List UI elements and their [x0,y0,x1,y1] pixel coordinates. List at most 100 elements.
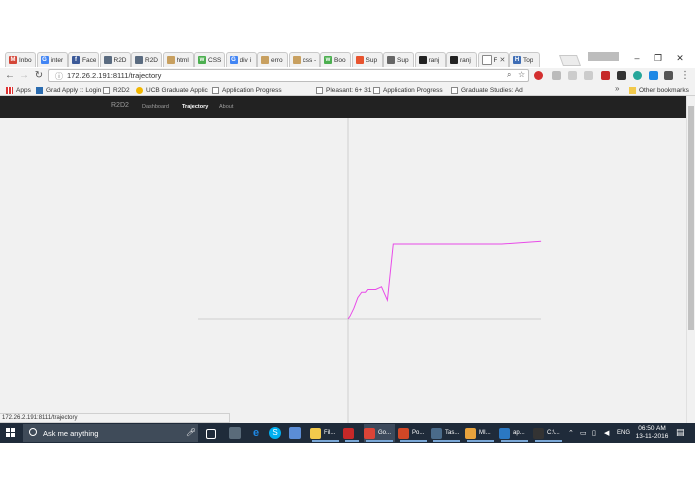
page-icon [292,56,301,64]
browser-tab[interactable]: erro [257,52,288,67]
battery-icon[interactable]: ▯ [592,429,596,437]
extension-icon[interactable] [633,71,642,80]
extension-icon[interactable] [649,71,658,80]
play-icon[interactable] [552,71,561,80]
gmail-icon: M [9,56,17,64]
system-clock[interactable]: 06:50 AM 13-11-2016 [633,425,671,441]
task-view-icon[interactable] [206,429,216,439]
other-bookmarks[interactable]: Other bookmarks [629,85,689,95]
page-info-icon[interactable]: ⓘ [55,71,63,82]
extension-icon[interactable] [664,71,673,80]
nav-trajectory[interactable]: Trajectory [182,104,208,110]
taskbar-app[interactable]: ap... [499,424,530,442]
bookmark-item[interactable]: Application Progress [212,85,282,95]
browser-tab[interactable]: ranj [414,52,446,67]
language-indicator[interactable]: ENG [617,430,630,436]
tab-label: div i [239,56,252,64]
taskbar-app[interactable]: Go... [364,424,395,442]
scrollbar-thumb[interactable] [688,106,694,330]
browser-tab[interactable]: html [162,52,194,67]
browser-tab[interactable]: Sup [383,52,414,67]
apps-shortcut[interactable]: Apps [6,85,31,95]
pdf-extension-icon[interactable] [601,71,610,80]
bookmark-item[interactable]: Application Progress [373,85,443,95]
taskbar-app[interactable]: MI... [465,424,496,442]
close-window-icon[interactable]: ✕ [674,52,686,64]
browser-tab[interactable]: f Face [68,52,99,67]
browser-tab[interactable]: w Boo [320,52,351,67]
app-icon [310,427,321,439]
bookmark-item[interactable]: Grad Apply :: Login [36,85,101,95]
bookmark-item[interactable]: Pleasant: 6+ 31 [316,85,371,95]
extension-icon[interactable] [584,71,593,80]
adblock-icon[interactable] [534,71,543,80]
minimize-icon[interactable]: – [631,52,643,64]
taskbar-app-label: C:\... [547,430,560,436]
bookmark-item[interactable]: UCB Graduate Applic [136,85,208,95]
tab-label: Sup [365,56,378,64]
browser-tab[interactable]: Ginter [36,52,68,67]
tab-label: R2D [113,56,127,64]
forward-icon[interactable]: → [18,70,30,82]
browser-tab[interactable]: Gdiv i [225,52,257,67]
nav-dashboard[interactable]: Dashboard [142,104,169,110]
new-tab-button[interactable] [558,55,582,66]
taskbar-app[interactable] [343,424,361,442]
browser-tab[interactable]: ranj [446,52,477,67]
browser-tab[interactable]: M Inbo [5,52,36,67]
edge-icon[interactable]: e [250,427,262,439]
calculator-icon[interactable] [229,427,241,439]
browser-tab[interactable]: w CSS [194,52,225,67]
star-icon[interactable]: ☆ [518,70,525,79]
taskbar-app[interactable]: Po... [398,424,429,442]
address-bar[interactable]: ⓘ ⌕ ☆ [48,69,529,82]
taskbar-app-label: ap... [513,430,525,436]
bookmark-item[interactable]: R2D2 [103,85,130,95]
skype-icon[interactable]: S [269,427,281,439]
notifications-icon[interactable]: ▤ [676,427,685,438]
store-icon[interactable] [289,427,301,439]
w3schools-icon: w [198,56,206,64]
tab-label: R2D [145,56,159,64]
browser-tab[interactable]: Sup [351,52,383,67]
bookmarks-overflow-icon[interactable]: » [615,84,619,93]
extension-icon[interactable] [568,71,577,80]
taskbar-app[interactable]: C:\... [533,424,564,442]
tray-chevron-icon[interactable]: ⌃ [568,429,574,437]
browser-tab[interactable]: R2D [131,52,162,67]
tab-label: CSS [208,56,222,64]
microphone-icon[interactable]: 🎤︎ [186,428,196,437]
browser-tab[interactable]: F ✕ [477,52,509,67]
profile-badge[interactable] [588,52,619,61]
cortana-search[interactable]: Ask me anything 🎤︎ [23,424,198,442]
nav-about[interactable]: About [219,104,233,110]
browser-tab[interactable]: css - [288,52,320,67]
google-icon: G [229,56,238,64]
w3schools-icon: w [324,56,332,64]
volume-icon[interactable]: ◀︎ [604,429,609,437]
search-icon[interactable]: ⌕ [507,70,511,80]
browser-tab[interactable]: H Top [509,52,540,67]
app-icon [364,427,375,439]
back-icon[interactable]: ← [4,70,16,82]
browser-tab[interactable]: R2D [99,52,131,67]
url-input[interactable] [67,70,497,81]
bookmark-label: Grad Apply :: Login [46,86,102,94]
taskbar-app-label: MI... [479,430,491,436]
windows-start-icon[interactable] [6,428,16,438]
network-icon[interactable]: ▭ [580,429,587,437]
pocket-icon[interactable] [617,71,626,80]
taskbar-app[interactable]: Fil... [310,424,341,442]
facebook-icon: f [72,56,80,64]
tab-label: inter [50,56,64,64]
page-scrollbar[interactable] [686,96,695,423]
app-icon [533,427,544,439]
taskbar-app[interactable]: Tas... [431,424,462,442]
reload-icon[interactable]: ↻ [33,70,45,82]
brand-link[interactable]: R2D2 [111,102,129,109]
close-tab-icon[interactable]: ✕ [499,56,505,64]
bookmark-item[interactable]: Graduate Studies: Ad [451,85,523,95]
github-icon [450,56,458,64]
menu-icon[interactable]: ⋮ [679,70,691,82]
maximize-icon[interactable]: ❐ [652,52,664,64]
